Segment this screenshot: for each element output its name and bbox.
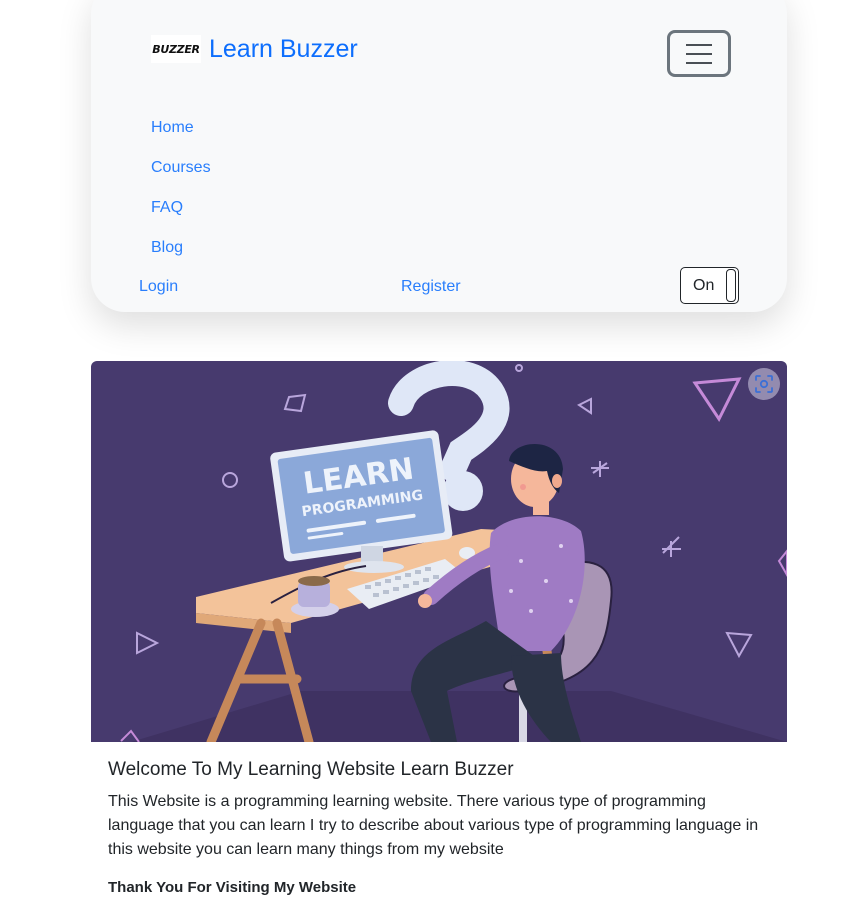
brand-name: Learn Buzzer (209, 35, 358, 63)
nav-link-home[interactable]: Home (151, 119, 194, 137)
card-footer-text: Thank You For Visiting My Website (108, 879, 357, 896)
nav-link-faq[interactable]: FAQ (151, 199, 183, 217)
hero-image: LEARN PROGRAMMING (91, 361, 787, 742)
register-link[interactable]: Register (401, 278, 461, 296)
visual-search-button[interactable] (748, 368, 780, 400)
menu-toggle-button[interactable] (667, 30, 731, 77)
toggle-label: On (693, 276, 715, 294)
card-title: Welcome To My Learning Website Learn Buz… (108, 759, 514, 780)
login-link[interactable]: Login (139, 278, 178, 296)
toggle-knob (726, 269, 736, 302)
nav-link-courses[interactable]: Courses (151, 159, 211, 177)
card-text: This Website is a programming learning w… (108, 793, 759, 858)
hamburger-icon (686, 43, 712, 64)
nav-link-blog[interactable]: Blog (151, 239, 183, 257)
brand-logo: BUZZER (151, 35, 201, 63)
brand[interactable]: BUZZER Learn Buzzer (151, 34, 358, 64)
visual-search-icon (755, 375, 773, 393)
toggle-switch[interactable]: On (680, 267, 739, 304)
